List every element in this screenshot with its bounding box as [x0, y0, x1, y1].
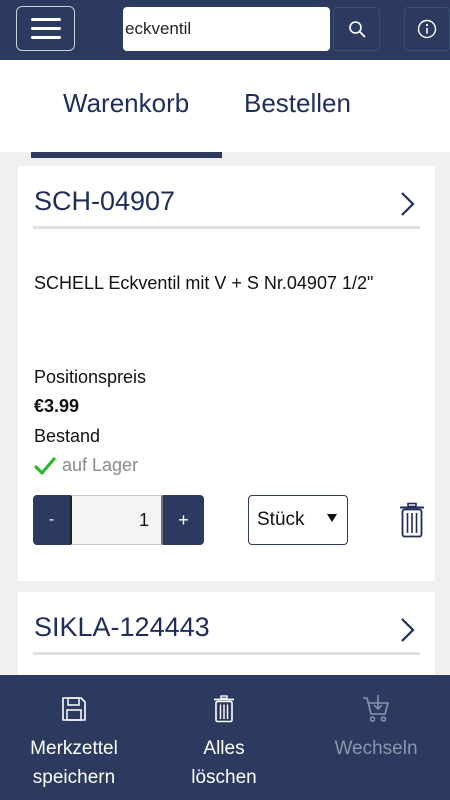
search-icon — [348, 21, 365, 38]
bottom-action-bar: Merkzettel speichern Alles löschen Wechs… — [0, 675, 450, 800]
search-input[interactable] — [123, 7, 330, 51]
tab-bestellen[interactable]: Bestellen — [244, 88, 351, 119]
cart-item-card: SCH-04907 SCHELL Eckventil mit V + S Nr.… — [18, 166, 435, 581]
active-tab-indicator — [31, 152, 222, 158]
menu-button[interactable] — [16, 6, 75, 51]
stock-status: auf Lager — [62, 455, 139, 475]
trash-icon[interactable] — [398, 502, 426, 538]
item-sku[interactable]: SCH-04907 — [34, 186, 175, 217]
info-button[interactable] — [404, 7, 450, 51]
save-list-label: Merkzettel — [30, 738, 118, 759]
hamburger-icon — [30, 27, 61, 30]
info-icon — [417, 19, 437, 39]
item-description: SCHELL Eckventil mit V + S Nr.04907 1/2" — [34, 273, 374, 293]
switch-cart-label: Wechseln — [334, 738, 418, 759]
item-sku[interactable]: SIKLA-124443 — [34, 612, 210, 643]
dropdown-arrow-icon — [327, 514, 337, 522]
save-list-label: speichern — [32, 767, 116, 788]
stock-label: Bestand — [34, 426, 101, 446]
trash-icon — [214, 695, 234, 723]
top-bar — [0, 0, 450, 60]
tab-bar: Warenkorb Bestellen — [0, 60, 450, 152]
price-label: Positionspreis — [34, 367, 147, 387]
decrease-quantity-button[interactable]: - — [33, 495, 70, 545]
search-button[interactable] — [333, 7, 380, 51]
hamburger-icon — [30, 18, 61, 21]
cart-icon — [363, 695, 389, 722]
quantity-input[interactable] — [70, 495, 163, 545]
unit-selected-value: Stück — [257, 509, 305, 530]
item-price: €3.99 — [34, 396, 80, 416]
chevron-right-icon[interactable] — [397, 616, 417, 644]
unit-select[interactable]: Stück — [248, 495, 348, 545]
delete-all-label: Alles — [203, 738, 245, 759]
divider — [33, 226, 420, 229]
stock-status-row: auf Lager — [34, 455, 138, 476]
cart-item-card: SIKLA-124443 — [18, 592, 435, 675]
chevron-right-icon[interactable] — [397, 190, 417, 218]
increase-quantity-button[interactable]: + — [163, 495, 204, 545]
delete-all-label: löschen — [191, 767, 257, 788]
check-icon — [34, 456, 56, 475]
tab-warenkorb[interactable]: Warenkorb — [63, 88, 189, 119]
switch-cart-button[interactable]: Wechseln — [318, 675, 434, 800]
divider — [33, 652, 420, 655]
delete-all-button[interactable]: Alles löschen — [168, 675, 280, 800]
save-list-button[interactable]: Merkzettel speichern — [12, 675, 136, 800]
hamburger-icon — [30, 36, 61, 39]
save-icon — [62, 697, 86, 721]
